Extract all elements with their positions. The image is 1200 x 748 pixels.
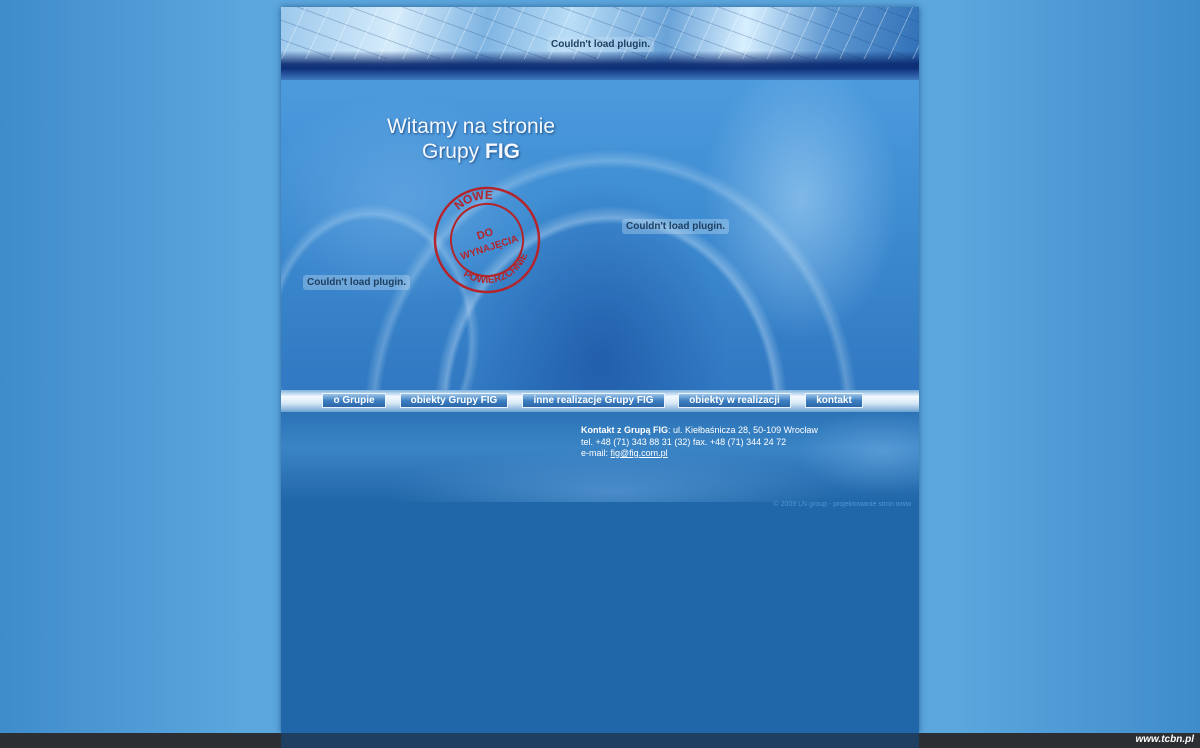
rental-stamp-icon: NOWE POWIERZCHNIE DO WYNAJĘCIA: [433, 185, 541, 295]
contact-address-line: Kontakt z Grupą FIG: ul. Kiełbaśnicza 28…: [581, 425, 901, 437]
contact-address: : ul. Kiełbaśnicza 28, 50-109 Wrocław: [668, 425, 818, 435]
hero-left-plugin-placeholder[interactable]: Couldn't load plugin.: [303, 275, 411, 290]
header-banner: Couldn't load plugin.: [281, 7, 919, 80]
bottom-bar: www.tcbn.pl: [0, 733, 1200, 748]
hero-right-plugin-placeholder[interactable]: Couldn't load plugin.: [622, 219, 730, 234]
nav-obiekty-grupy-fig[interactable]: obiekty Grupy FIG: [400, 393, 508, 408]
watermark-text: www.tcbn.pl: [1135, 734, 1194, 745]
nav-kontakt[interactable]: kontakt: [805, 393, 863, 408]
welcome-line-2-prefix: Grupy: [421, 140, 480, 163]
contact-info: Kontakt z Grupą FIG: ul. Kiełbaśnicza 28…: [581, 425, 901, 460]
contact-email-label: e-mail:: [581, 448, 611, 458]
hero-section: Witamy na stronie Grupy FIG NOWE POWIERZ…: [281, 80, 919, 390]
contact-email-line: e-mail: fig@fig.com.pl: [581, 448, 901, 460]
copyright-text[interactable]: © 2009 LN group - projektowanie stron ww…: [774, 501, 911, 508]
bottom-bar-center: [281, 733, 919, 748]
header-plugin-placeholder[interactable]: Couldn't load plugin.: [547, 37, 655, 52]
contact-phone-line: tel. +48 (71) 343 88 31 (32) fax. +48 (7…: [581, 436, 787, 447]
page-container: Couldn't load plugin. Witamy na stronie …: [281, 7, 919, 733]
welcome-heading: Witamy na stronie Grupy FIG: [371, 114, 571, 164]
welcome-line-1: Witamy na stronie: [386, 115, 556, 138]
nav-obiekty-w-realizacji[interactable]: obiekty w realizacji: [678, 393, 791, 408]
contact-email-link[interactable]: fig@fig.com.pl: [611, 448, 668, 458]
welcome-line-2: Grupy FIG: [371, 139, 571, 164]
welcome-line-2-bold: FIG: [485, 140, 521, 163]
nav-o-grupie[interactable]: o Grupie: [322, 393, 386, 408]
stamp-center-line-1: DO: [475, 226, 495, 243]
contact-heading: Kontakt z Grupą FIG: [581, 425, 669, 435]
nav-inne-realizacje[interactable]: inne realizacje Grupy FIG: [522, 393, 665, 408]
main-navigation: o Grupie obiekty Grupy FIG inne realizac…: [281, 390, 919, 412]
